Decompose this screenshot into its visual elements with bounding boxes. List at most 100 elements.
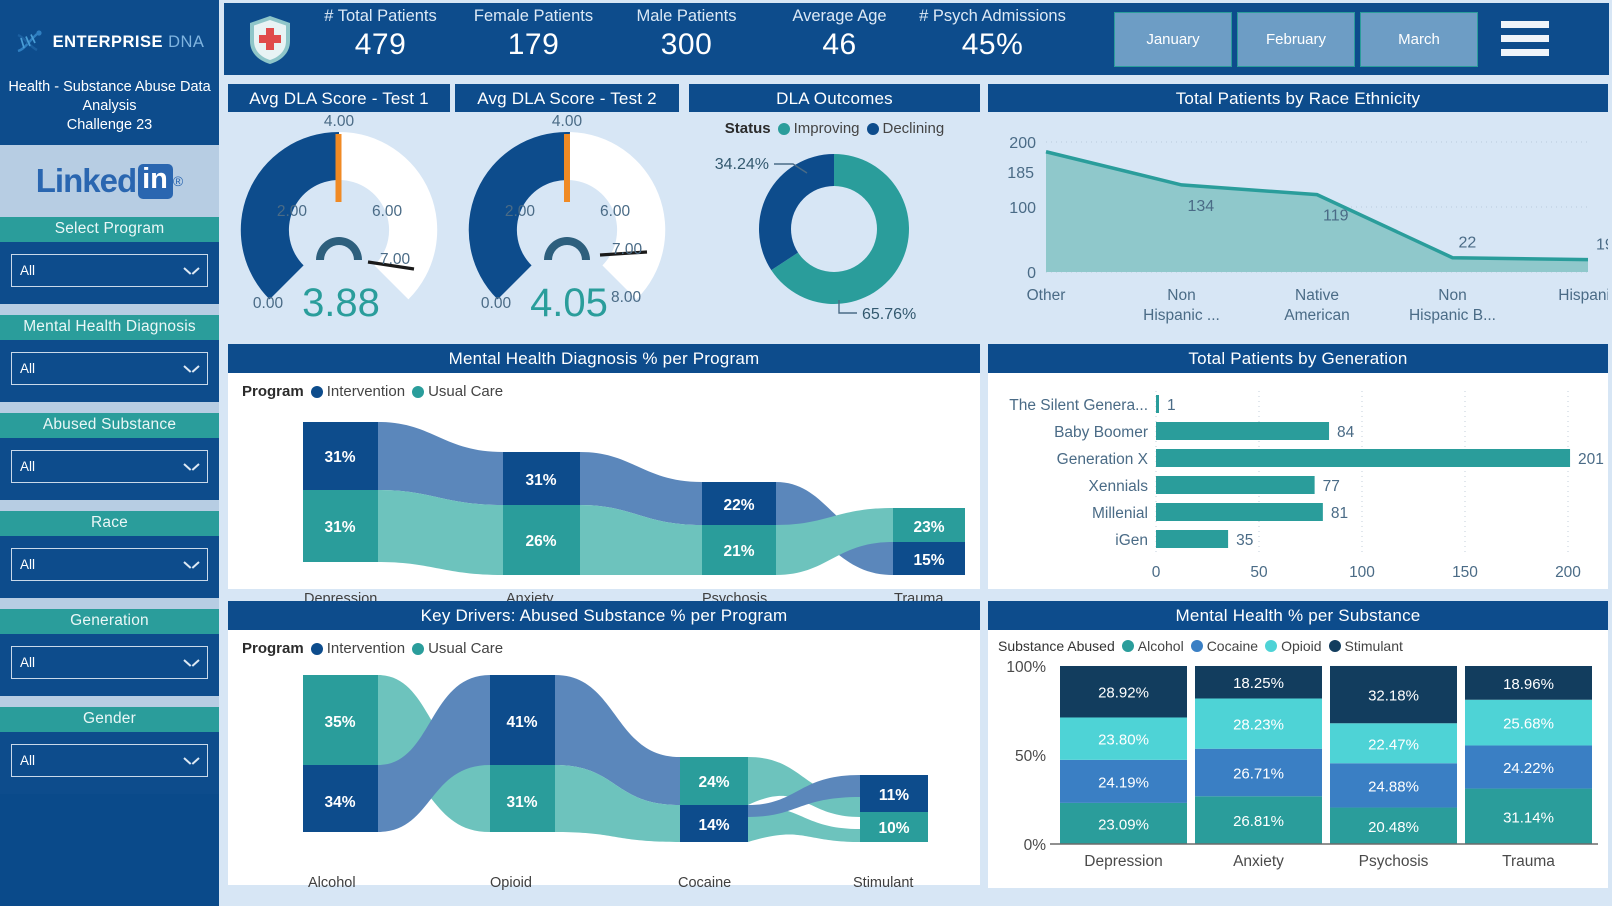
generation-xtick: 0 <box>1152 564 1161 581</box>
substance-ytick: 100% <box>1006 659 1046 676</box>
sankey2-cat-alcohol: Alcohol <box>308 875 356 891</box>
filter-label: Race <box>0 511 219 537</box>
brand-header: ENTERPRISE DNA <box>0 0 219 78</box>
month-button-february[interactable]: February <box>1237 12 1355 67</box>
filter-divider <box>0 696 219 708</box>
generation-bar[interactable] <box>1156 395 1159 413</box>
filter-body: All <box>0 634 219 697</box>
filter-body: All <box>0 732 219 795</box>
sankey2-value-label: 14% <box>698 817 729 834</box>
bar-chart-generation: The Silent Genera... Baby Boomer Generatio… <box>1009 391 1604 581</box>
generation-value-label: 1 <box>1167 397 1176 414</box>
donut-chart-dla-outcomes: 34.24% 65.76% <box>715 154 916 323</box>
legend-label-improving: Improving <box>793 120 860 137</box>
filter-dropdown[interactable]: All <box>11 352 208 386</box>
legend-swatch-usual-care-2 <box>412 642 425 655</box>
legend-swatch-alcohol <box>1121 640 1134 652</box>
substance-value-label: 23.09% <box>1098 816 1149 833</box>
generation-xtick: 100 <box>1349 564 1375 581</box>
panel-title-avg-dla-test1: Avg DLA Score - Test 1 <box>228 84 450 115</box>
substance-chart-body: Substance Abused Alcohol Cocaine Opioid … <box>988 630 1608 888</box>
donut-legend-item-improving[interactable]: Improving <box>777 120 860 137</box>
filter-label: Select Program <box>0 217 219 243</box>
gauge-chart-test1: 2.00 4.00 6.00 7.00 0.00 3.88 <box>240 113 438 325</box>
legend-label-intervention: Intervention <box>326 383 406 400</box>
gauge2-body: 2.00 4.00 6.00 7.00 8.00 0.00 4.05 <box>455 112 679 339</box>
generation-bar[interactable] <box>1156 530 1229 548</box>
legend-label-usual-care-2: Usual Care <box>428 640 504 657</box>
gauge2-tick-7: 7.00 <box>612 241 643 258</box>
substance-legend-alcohol[interactable]: Alcohol <box>1121 638 1184 654</box>
substance-legend-stimulant[interactable]: Stimulant <box>1328 638 1403 654</box>
sankey2-value-label: 11% <box>879 787 909 804</box>
substance-value-label: 18.25% <box>1233 675 1284 692</box>
substance-legend: Substance Abused Alcohol Cocaine Opioid … <box>988 630 1608 654</box>
kpi-label: # Psych Admissions <box>919 7 1066 25</box>
gauge-chart-test2: 2.00 4.00 6.00 7.00 8.00 0.00 4.05 <box>468 113 666 325</box>
month-button-march[interactable]: March <box>1360 12 1478 67</box>
legend-swatch-cocaine <box>1190 640 1203 652</box>
linkedin-logo[interactable]: Linked in ® <box>0 145 219 218</box>
substance-value-label: 22.47% <box>1368 736 1419 753</box>
generation-bar[interactable] <box>1156 422 1330 440</box>
generation-value-label: 35 <box>1236 532 1253 549</box>
svg-text:Native: Native <box>1295 287 1339 304</box>
filter-race: Race All <box>0 500 219 599</box>
substance-value-label: 24.88% <box>1368 778 1419 795</box>
substance-value-label: 24.19% <box>1098 774 1149 791</box>
substance-legend-opioid[interactable]: Opioid <box>1265 638 1322 654</box>
legend-swatch-usual-care <box>412 385 425 398</box>
sankey2-value-label: 10% <box>878 820 909 837</box>
sankey-chart-key-drivers: 35% 34% 41% 31% 24% 14% 11% 10% <box>303 675 928 842</box>
sankey2-legend-title: Program <box>242 640 304 657</box>
sankey2-value-label: 35% <box>324 714 355 731</box>
generation-category-label: Xennials <box>1089 478 1149 495</box>
donut-legend-item-declining[interactable]: Declining <box>866 120 944 137</box>
hamburger-menu-icon[interactable] <box>1501 21 1549 63</box>
filter-dropdown[interactable]: All <box>11 646 208 680</box>
legend-swatch-declining <box>866 122 879 135</box>
sankey1-value-label: 31% <box>324 449 355 466</box>
filter-divider <box>0 304 219 316</box>
substance-value-label: 28.23% <box>1233 717 1284 734</box>
panel-avg-dla-test2: Avg DLA Score - Test 2 <box>455 84 679 115</box>
legend-label-usual-care: Usual Care <box>428 383 504 400</box>
substance-legend-cocaine[interactable]: Cocaine <box>1190 638 1258 654</box>
filter-dropdown[interactable]: All <box>11 450 208 484</box>
generation-bar[interactable] <box>1156 503 1323 521</box>
panel-title-key-drivers: Key Drivers: Abused Substance % per Prog… <box>228 601 980 632</box>
linkedin-registered-mark: ® <box>172 173 184 190</box>
filter-dropdown[interactable]: All <box>11 548 208 582</box>
sankey1-value-label: 26% <box>525 533 556 550</box>
sankey-chart-mh-diagnosis: 31% 31% 31% 26% 22% 21% 23% 15% <box>303 422 965 575</box>
kpi-group: # Total Patients 479 Female Patients 179 Mal… <box>304 3 1069 75</box>
gauge1-tick-7: 7.00 <box>380 251 411 268</box>
filter-value: All <box>20 361 36 377</box>
month-button-january[interactable]: January <box>1114 12 1232 67</box>
generation-bar[interactable] <box>1156 476 1315 494</box>
area-chart-race-ethnicity: 0 100 200 185 134 119 22 19 Other Non Hispanic .… <box>1007 135 1612 324</box>
filter-dropdown[interactable]: All <box>11 744 208 778</box>
sankey2-legend-intervention[interactable]: Intervention <box>310 640 405 657</box>
chevron-down-icon <box>185 266 198 275</box>
kpi-label: Average Age <box>792 7 887 25</box>
kpi-card: # Total Patients 479 <box>304 3 457 75</box>
substance-value-label: 26.71% <box>1233 766 1284 783</box>
sankey2-legend-usual-care[interactable]: Usual Care <box>412 640 503 657</box>
filter-value: All <box>20 557 36 573</box>
filter-value: All <box>20 655 36 671</box>
filter-label: Mental Health Diagnosis <box>0 315 219 341</box>
filter-dropdown[interactable]: All <box>11 254 208 288</box>
sankey1-legend-usual-care[interactable]: Usual Care <box>412 383 503 400</box>
svg-text:Other: Other <box>1027 287 1066 304</box>
race-ytick: 100 <box>1009 200 1036 217</box>
generation-bar[interactable] <box>1156 449 1571 467</box>
svg-text:Hispanic B...: Hispanic B... <box>1409 307 1496 324</box>
panel-title-generation: Total Patients by Generation <box>988 344 1608 375</box>
sankey1-value-label: 31% <box>525 472 556 489</box>
sankey1-legend-intervention[interactable]: Intervention <box>310 383 406 400</box>
dna-icon <box>17 30 42 53</box>
brand-dna: DNA <box>168 32 205 51</box>
sidebar: ENTERPRISE DNA Health - Substance Abuse … <box>0 0 219 906</box>
svg-text:Hispanic ...: Hispanic ... <box>1143 307 1220 324</box>
